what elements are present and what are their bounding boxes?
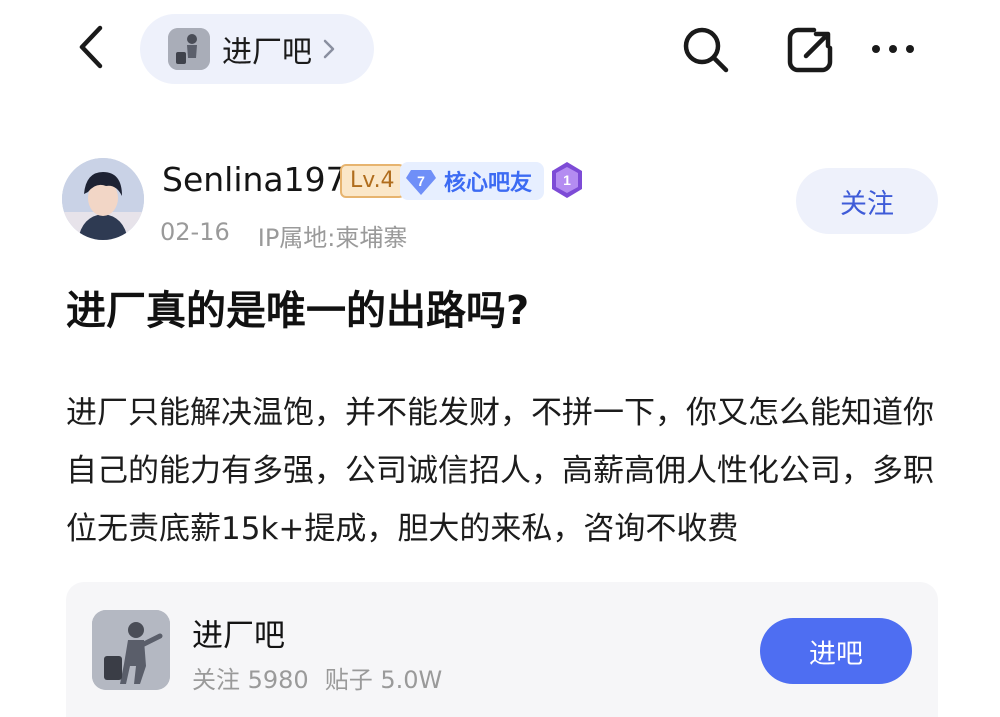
medal-number: 1 (563, 172, 571, 188)
forum-avatar (168, 28, 210, 70)
search-button[interactable] (678, 22, 732, 76)
diamond-level-icon: 7 (406, 170, 436, 195)
ip-location: IP属地:柬埔寨 (257, 224, 408, 252)
post-content: 进厂只能解决温饱，并不能发财，不拼一下，你又怎么能知道你自己的能力有多强，公司诚… (66, 395, 934, 547)
level-badge: Lv.4 (340, 164, 405, 198)
medal-icon: 1 (548, 160, 586, 200)
search-icon (683, 27, 729, 73)
forum-followers: 关注 5980 (192, 666, 309, 694)
follow-button[interactable]: 关注 (796, 168, 938, 234)
author-username[interactable]: Senlina197 (162, 160, 347, 199)
core-member-badge: 7 核心吧友 (400, 162, 545, 200)
chevron-right-icon (323, 39, 335, 59)
forum-card-name: 进厂吧 (192, 618, 285, 654)
post-title: 进厂真的是唯一的出路吗? (66, 288, 530, 334)
forum-card-avatar (92, 610, 170, 690)
back-arrow-icon (79, 25, 103, 69)
badge-label: 核心吧友 (444, 171, 533, 196)
share-button[interactable] (784, 22, 838, 76)
enter-forum-button[interactable]: 进吧 (760, 618, 912, 684)
forum-card-stats: 关注 5980 贴子 5.0W (192, 660, 442, 695)
forum-posts: 贴子 5.0W (324, 666, 443, 694)
author-avatar[interactable] (62, 158, 144, 240)
badge-number: 7 (417, 173, 425, 189)
share-icon (787, 27, 833, 73)
more-icon (872, 45, 914, 53)
forum-header-pill[interactable]: 进厂吧 (140, 14, 374, 84)
forum-card[interactable]: 进厂吧 关注 5980 贴子 5.0W 进吧 (66, 582, 938, 717)
back-button[interactable] (72, 24, 112, 70)
post-date: 02-16 (160, 218, 230, 246)
forum-name: 进厂吧 (222, 35, 312, 70)
post-meta: 02-16 IP属地:柬埔寨 (160, 218, 407, 253)
more-button[interactable] (866, 22, 920, 76)
